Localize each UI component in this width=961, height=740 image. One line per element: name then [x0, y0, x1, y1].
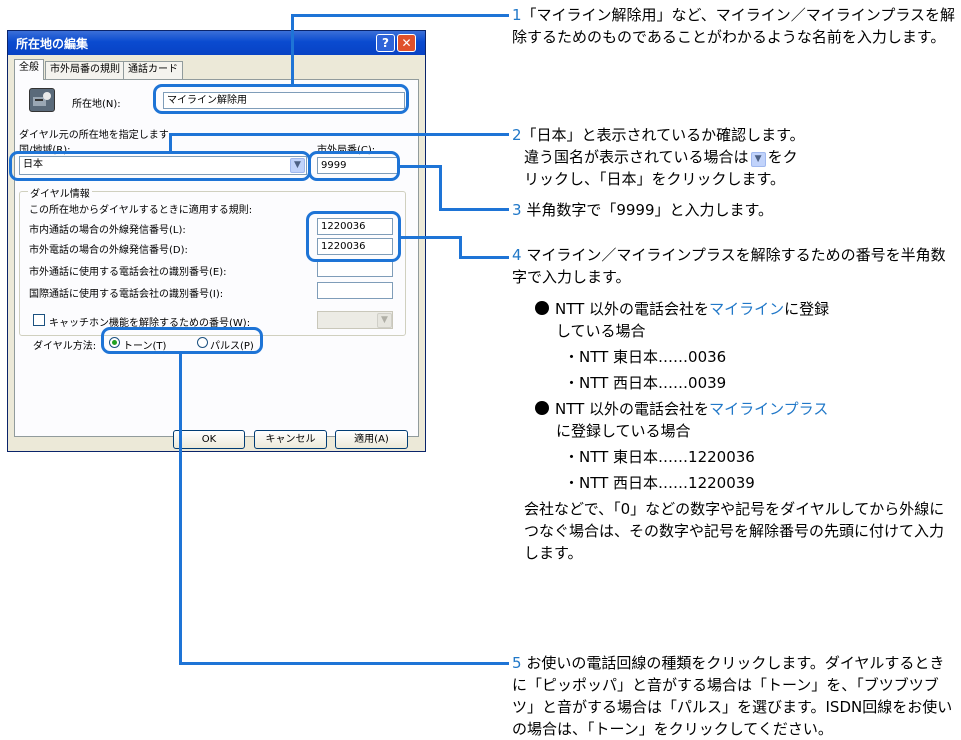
note-5-text: お使いの電話回線の種類をクリックします。ダイヤルするときに「ピッポッパ」と音がす… — [512, 654, 953, 738]
note-4-bullet-2-cont: に登録している場合 — [556, 422, 691, 440]
phone-location-icon — [29, 88, 55, 112]
note-4-bullet-1-west: ・NTT 西日本……0039 — [564, 374, 727, 392]
callout-5-line — [179, 353, 182, 664]
note-2-line-3: リックし、「日本」をクリックします。 — [524, 170, 786, 188]
myline-plus-link[interactable]: マイラインプラス — [709, 400, 828, 418]
help-button[interactable]: ? — [376, 34, 395, 52]
international-carrier-label: 国際通話に使用する電話会社の識別番号(I): — [29, 289, 224, 300]
note-4-bullet-2-east: ・NTT 東日本……1220036 — [564, 448, 755, 466]
myline-link[interactable]: マイライン — [709, 300, 784, 318]
chevron-down-icon: ▼ — [377, 313, 392, 328]
note-4-bullet-2: NTT 以外の電話会社をマイラインプラス — [535, 398, 828, 420]
chevron-down-icon: ▼ — [750, 152, 766, 167]
local-access-label: 市内通話の場合の外線発信番号(L): — [29, 225, 186, 236]
help-icon: ? — [382, 36, 389, 50]
callout-3-highlight — [308, 151, 400, 181]
cancel-button[interactable]: キャンセル — [254, 430, 327, 449]
callout-2-highlight — [9, 151, 311, 181]
tab-general[interactable]: 全般 — [14, 59, 44, 80]
note-5: 5 お使いの電話回線の種類をクリックします。ダイヤルするときに「ピッポッパ」と音… — [512, 652, 958, 740]
call-waiting-checkbox[interactable] — [33, 314, 45, 326]
title-bar: 所在地の編集 ? ✕ — [8, 31, 425, 55]
dialing-info-group-title: ダイヤル情報 — [28, 185, 92, 200]
close-button[interactable]: ✕ — [397, 34, 416, 52]
note-2-line-2b: をク — [767, 148, 798, 166]
note-1-number: 1 — [512, 6, 522, 24]
note-4-bullet-1-tail: に登録 — [784, 300, 830, 318]
note-4-bullet-2-west: ・NTT 西日本……1220039 — [564, 474, 755, 492]
long-distance-carrier-input[interactable] — [317, 260, 393, 277]
callout-4-line — [459, 256, 509, 259]
apply-button[interactable]: 適用(A) — [335, 430, 408, 449]
callout-1-line — [291, 14, 509, 17]
note-4-bullet-2-text: NTT 以外の電話会社を — [555, 400, 710, 418]
note-3: 3 半角数字で「9999」と入力します。 — [512, 199, 958, 221]
note-1: 1「マイライン解除用」など、マイライン／マイラインプラスを解除するためのものであ… — [512, 4, 958, 48]
callout-5-highlight — [101, 327, 263, 354]
dialog-title: 所在地の編集 — [16, 37, 89, 51]
callout-3-line — [399, 165, 441, 168]
callout-4-line — [400, 236, 461, 239]
note-5-number: 5 — [512, 654, 522, 672]
long-distance-carrier-label: 市外通話に使用する電話会社の識別番号(E): — [29, 267, 227, 278]
rules-label: この所在地からダイヤルするときに適用する規則: — [29, 205, 253, 216]
callout-5-line — [179, 662, 509, 665]
callout-2-line — [169, 133, 509, 136]
location-name-label: 所在地(N): — [72, 99, 121, 110]
callout-1-line — [291, 14, 294, 85]
ok-button[interactable]: OK — [173, 430, 245, 449]
close-icon: ✕ — [401, 36, 412, 50]
note-4-bullet-1-text: NTT 以外の電話会社を — [555, 300, 710, 318]
note-1-text: 「マイライン解除用」など、マイライン／マイラインプラスを解除するためのものである… — [512, 6, 956, 46]
dial-method-label: ダイヤル方法: — [33, 341, 97, 352]
long-distance-access-label: 市外電話の場合の外線発信番号(D): — [29, 245, 188, 256]
note-2-number: 2 — [512, 126, 522, 144]
tab-calling-card[interactable]: 通話カード — [123, 61, 183, 79]
note-2-line-1: 「日本」と表示されているか確認します。 — [521, 126, 805, 144]
note-4: 4 マイライン／マイラインプラスを解除するための番号を半角数字で入力します。 — [512, 244, 958, 288]
note-4-text: マイライン／マイラインプラスを解除するための番号を半角数字で入力します。 — [512, 246, 946, 286]
tab-area-code-rules[interactable]: 市外局番の規則 — [45, 61, 125, 79]
callout-1-highlight — [153, 84, 409, 114]
note-3-number: 3 — [512, 201, 522, 219]
specify-location-label: ダイヤル元の所在地を指定します — [19, 130, 169, 141]
note-4-bullet-1: NTT 以外の電話会社をマイラインに登録 — [535, 298, 829, 320]
note-3-text: 半角数字で「9999」と入力します。 — [526, 201, 774, 219]
note-4-bullet-1-cont: している場合 — [556, 322, 646, 340]
callout-3-line — [439, 208, 509, 211]
callout-3-line — [439, 165, 442, 210]
bullet-icon — [535, 301, 549, 315]
note-2: 2「日本」と表示されているか確認します。 違う国名が表示されている場合は ▼ をク … — [512, 124, 958, 190]
note-4-number: 4 — [512, 246, 522, 264]
note-4-bullet-1-east: ・NTT 東日本……0036 — [564, 348, 727, 366]
bullet-icon — [535, 401, 549, 415]
note-2-line-2a: 違う国名が表示されている場合は — [524, 148, 749, 166]
international-carrier-input[interactable] — [317, 282, 393, 299]
callout-4-highlight — [306, 211, 401, 262]
note-4-tail: 会社などで、「0」などの数字や記号をダイヤルしてから外線につなぐ場合は、その数字… — [524, 500, 945, 562]
